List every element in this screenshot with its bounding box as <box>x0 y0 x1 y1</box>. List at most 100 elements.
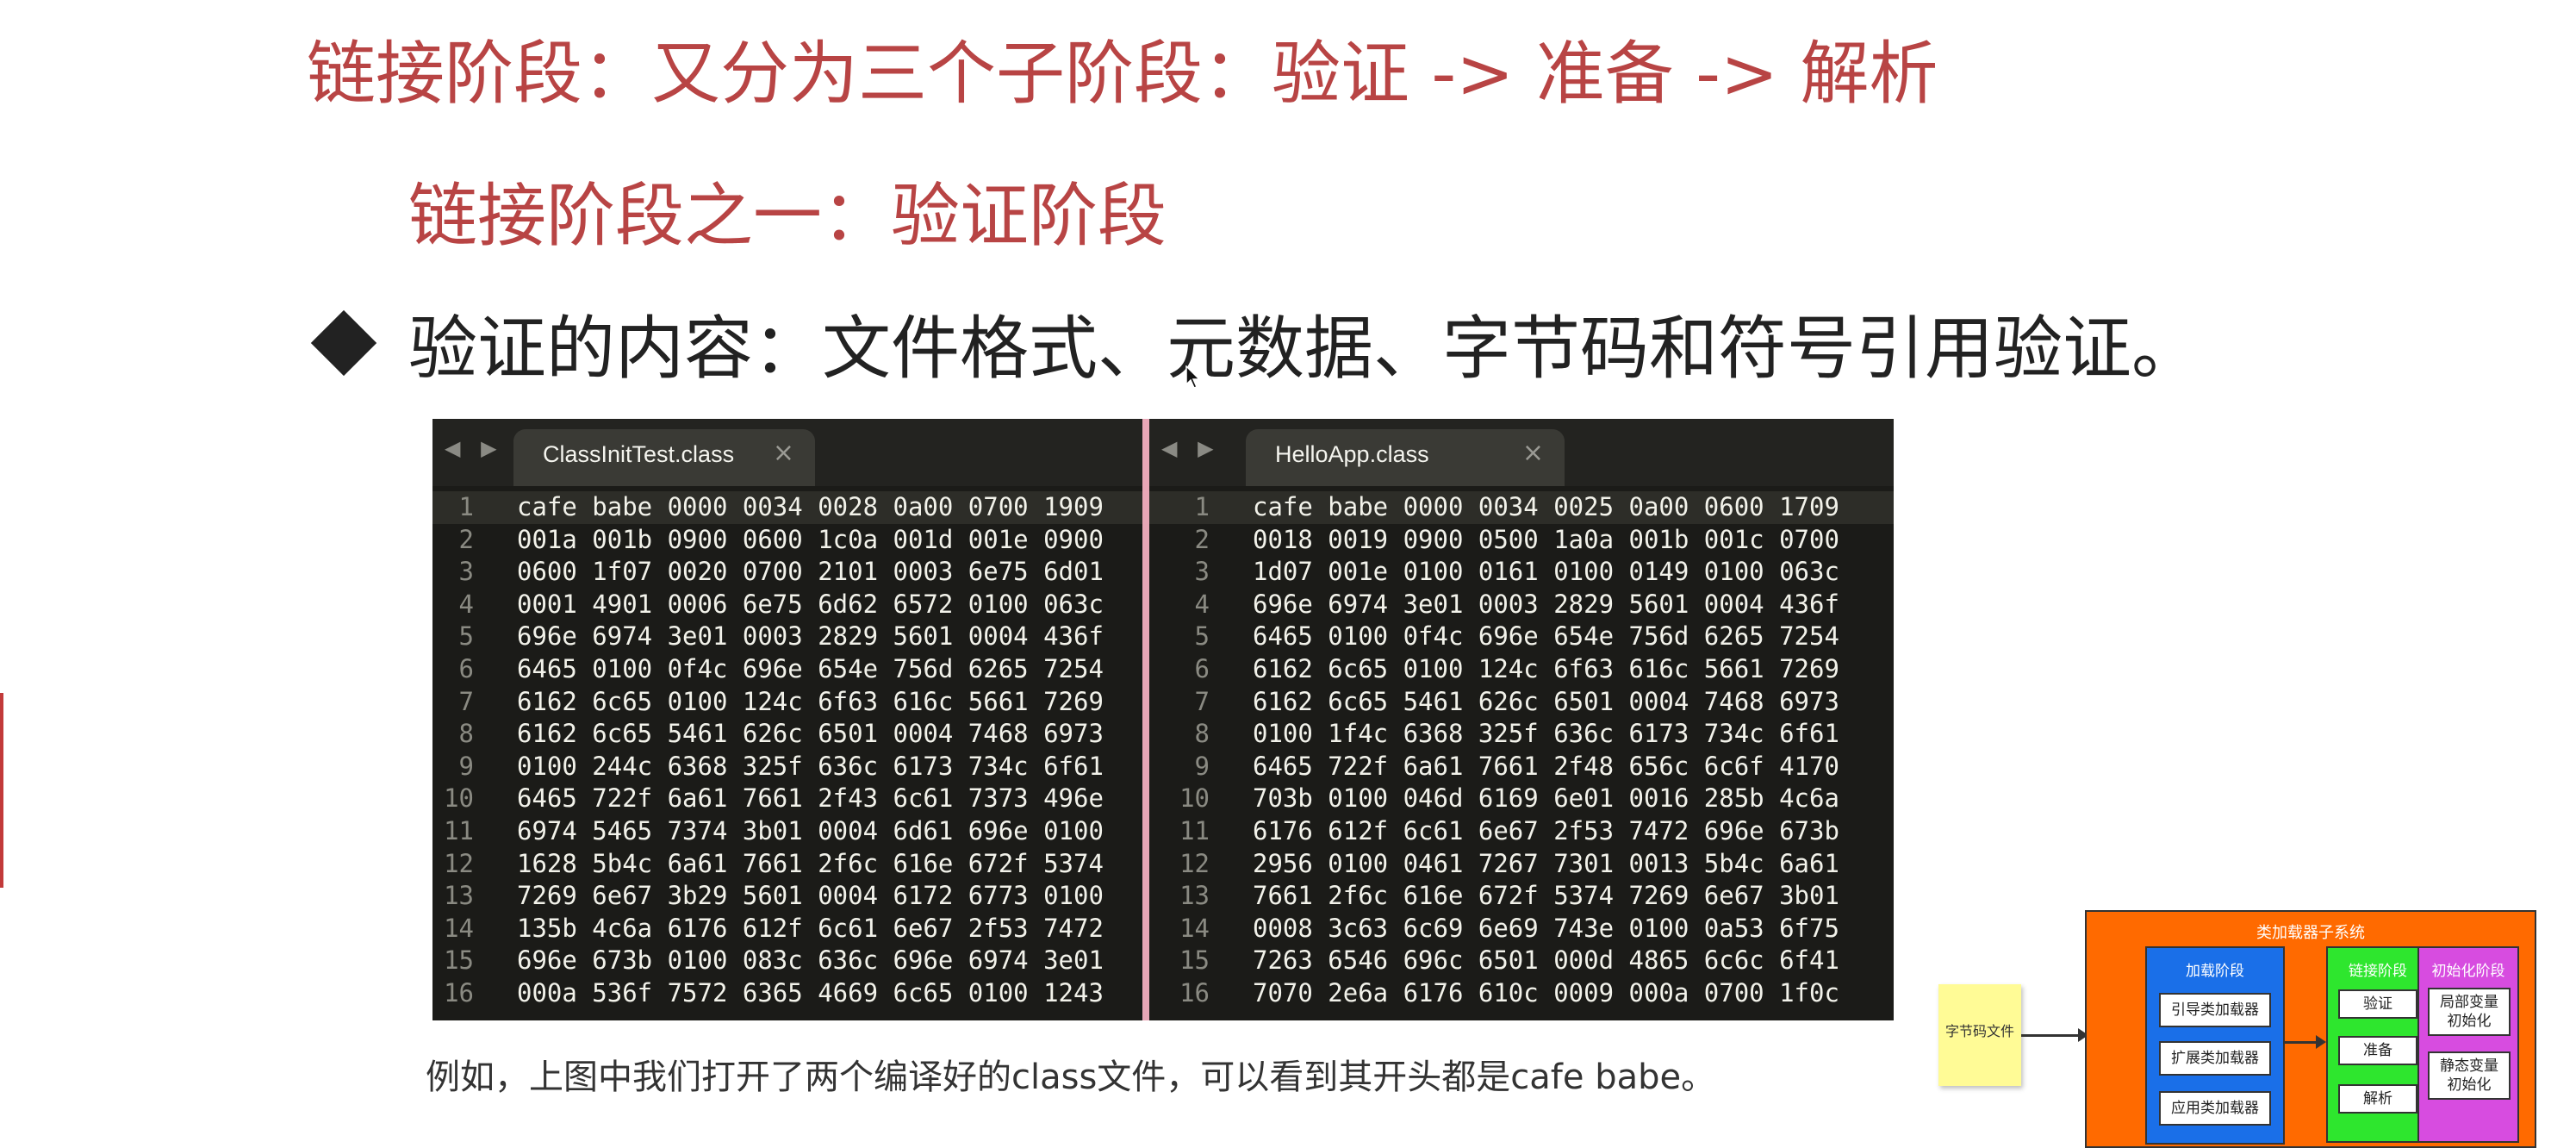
line-number: 16 <box>444 977 474 1008</box>
line-number: 9 <box>458 751 474 781</box>
caption: 例如，上图中我们打开了两个编译好的class文件，可以看到其开头都是cafe b… <box>426 1058 1716 1097</box>
hex-text: 6162 6c65 5461 626c 6501 0004 7468 6973 <box>1253 686 1839 716</box>
verify-box: 验证 <box>2338 989 2417 1019</box>
prepare-box: 准备 <box>2338 1036 2417 1065</box>
code-line: 14 0008 3c63 6c69 6e69 743e 0100 0a53 6f7… <box>1149 913 1894 945</box>
hex-text: 0018 0019 0900 0500 1a0a 001b 001c 0700 <box>1253 524 1839 554</box>
arrow-head-icon <box>2316 1035 2326 1049</box>
bullet-text: 验证的内容：文件格式、元数据、字节码和符号引用验证。 <box>408 309 2200 389</box>
hex-text: 6465 722f 6a61 7661 2f43 6c61 7373 496e <box>517 783 1104 814</box>
hex-text: 0001 4901 0006 6e75 6d62 6572 0100 063c <box>517 589 1104 619</box>
line-number: 7 <box>458 686 474 716</box>
code-line: 3 0600 1f07 0020 0700 2101 0003 6e75 6d01 <box>432 556 1142 589</box>
hex-text: cafe babe 0000 0034 0028 0a00 0700 1909 <box>517 492 1104 521</box>
tab-bar: ◀ ▶ HelloApp.class × <box>1149 419 1894 486</box>
bootstrap-loader-box: 引导类加载器 <box>2159 993 2271 1027</box>
hex-text: 001a 001b 0900 0600 1c0a 001d 001e 0900 <box>517 524 1104 554</box>
code-line: 2 001a 001b 0900 0600 1c0a 001d 001e 0900 <box>432 524 1142 557</box>
static-var-init-box: 静态变量初始化 <box>2428 1051 2511 1100</box>
bullet-point: 验证的内容：文件格式、元数据、字节码和符号引用验证。 <box>308 291 2200 395</box>
hex-text: 1d07 001e 0100 0161 0100 0149 0100 063c <box>1253 557 1839 587</box>
hex-text: 1628 5b4c 6a61 7661 2f6c 616e 672f 5374 <box>517 848 1104 878</box>
hex-text: 6465 722f 6a61 7661 2f48 656c 6c6f 4170 <box>1253 751 1839 781</box>
linking-stage-title: 链接阶段 <box>2349 963 2407 980</box>
line-number: 13 <box>444 881 474 911</box>
loading-stage-title: 加载阶段 <box>2186 963 2244 980</box>
code-line: 4 0001 4901 0006 6e75 6d62 6572 0100 063c <box>432 589 1142 621</box>
code-line: 10 6465 722f 6a61 7661 2f43 6c61 7373 496… <box>432 783 1142 815</box>
code-line: 16 7070 2e6a 6176 610c 0009 000a 0700 1f0… <box>1149 977 1894 1010</box>
hex-content[interactable]: 1 cafe babe 0000 0034 0028 0a00 0700 1909… <box>432 486 1142 1020</box>
hex-text: 0100 1f4c 6368 325f 636c 6173 734c 6f61 <box>1253 719 1839 749</box>
tab-nav-arrows-icon[interactable]: ◀ ▶ <box>1161 436 1221 460</box>
application-loader-box: 应用类加载器 <box>2159 1091 2271 1126</box>
code-line: 9 0100 244c 6368 325f 636c 6173 734c 6f61 <box>432 751 1142 783</box>
code-line: 8 6162 6c65 5461 626c 6501 0004 7468 6973 <box>432 718 1142 751</box>
code-editor-left: ◀ ▶ ClassInitTest.class × 1 cafe babe 000… <box>432 419 1142 1020</box>
hex-content[interactable]: 1 cafe babe 0000 0034 0025 0a00 0600 1709… <box>1149 486 1894 1020</box>
line-number: 1 <box>1194 492 1210 521</box>
hex-text: 7661 2f6c 616e 672f 5374 7269 6e67 3b01 <box>1253 881 1839 911</box>
hex-text: 703b 0100 046d 6169 6e01 0016 285b 4c6a <box>1253 783 1839 814</box>
line-number: 8 <box>458 719 474 749</box>
extension-loader-box: 扩展类加载器 <box>2159 1041 2271 1076</box>
line-number: 5 <box>1194 621 1210 652</box>
editor-divider[interactable] <box>1142 419 1149 1020</box>
hex-text: 6465 0100 0f4c 696e 654e 756d 6265 7254 <box>517 653 1104 683</box>
slide-subtitle: 链接阶段之一：验证阶段 <box>408 176 1167 256</box>
line-number: 9 <box>1194 751 1210 781</box>
hex-text: 696e 6974 3e01 0003 2829 5601 0004 436f <box>1253 589 1839 619</box>
initialization-stage: 初始化阶段 局部变量初始化 静态变量初始化 <box>2417 946 2519 1143</box>
line-number: 5 <box>458 621 474 652</box>
hex-text: 000a 536f 7572 6365 4669 6c65 0100 1243 <box>517 977 1104 1008</box>
line-number: 7 <box>1194 686 1210 716</box>
hex-text: cafe babe 0000 0034 0025 0a00 0600 1709 <box>1253 492 1839 521</box>
line-number: 11 <box>444 815 474 845</box>
diamond-bullet-icon <box>310 309 377 377</box>
line-number: 12 <box>1179 848 1210 878</box>
code-line: 12 1628 5b4c 6a61 7661 2f6c 616e 672f 537… <box>432 848 1142 881</box>
line-number: 15 <box>1179 945 1210 976</box>
hex-text: 0100 244c 6368 325f 636c 6173 734c 6f61 <box>517 751 1104 781</box>
line-number: 6 <box>458 653 474 683</box>
hex-text: 6176 612f 6c61 6e67 2f53 7472 696e 673b <box>1253 815 1839 845</box>
hex-text: 7263 6546 696c 6501 000d 4865 6c6c 6f41 <box>1253 945 1839 976</box>
code-line: 8 0100 1f4c 6368 325f 636c 6173 734c 6f61 <box>1149 718 1894 751</box>
close-tab-icon[interactable]: × <box>773 438 794 468</box>
hex-text: 696e 6974 3e01 0003 2829 5601 0004 436f <box>517 621 1104 652</box>
code-line: 4 696e 6974 3e01 0003 2829 5601 0004 436f <box>1149 589 1894 621</box>
code-line: 1 cafe babe 0000 0034 0028 0a00 0700 1909 <box>432 491 1142 524</box>
close-tab-icon[interactable]: × <box>1522 438 1544 468</box>
line-number: 15 <box>444 945 474 976</box>
hex-text: 6162 6c65 0100 124c 6f63 616c 5661 7269 <box>1253 653 1839 683</box>
line-number: 6 <box>1194 653 1210 683</box>
tab-label: HelloApp.class <box>1275 441 1429 467</box>
left-edge-marker <box>0 693 3 888</box>
code-line: 15 7263 6546 696c 6501 000d 4865 6c6c 6f4… <box>1149 945 1894 977</box>
line-number: 2 <box>1194 524 1210 554</box>
line-number: 4 <box>458 589 474 619</box>
tab-helloapp[interactable]: HelloApp.class × <box>1246 429 1565 486</box>
class-loader-subsystem: 类加载器子系统 加载阶段 引导类加载器 扩展类加载器 应用类加载器 链接阶段 验… <box>2085 910 2536 1148</box>
line-number: 1 <box>458 492 474 521</box>
code-line: 2 0018 0019 0900 0500 1a0a 001b 001c 0700 <box>1149 524 1894 557</box>
code-line: 10 703b 0100 046d 6169 6e01 0016 285b 4c6… <box>1149 783 1894 815</box>
line-number: 14 <box>1179 913 1210 943</box>
hex-text: 696e 673b 0100 083c 636c 696e 6974 3e01 <box>517 945 1104 976</box>
code-line: 7 6162 6c65 0100 124c 6f63 616c 5661 7269 <box>432 686 1142 719</box>
code-line: 9 6465 722f 6a61 7661 2f48 656c 6c6f 4170 <box>1149 751 1894 783</box>
tab-nav-arrows-icon[interactable]: ◀ ▶ <box>445 436 504 460</box>
init-stage-title: 初始化阶段 <box>2431 963 2505 980</box>
note-label: 字节码文件 <box>1944 1023 2014 1039</box>
code-line: 7 6162 6c65 5461 626c 6501 0004 7468 6973 <box>1149 686 1894 719</box>
code-editor-right: ◀ ▶ HelloApp.class × 1 cafe babe 0000 003… <box>1149 419 1894 1020</box>
hex-text: 6465 0100 0f4c 696e 654e 756d 6265 7254 <box>1253 621 1839 652</box>
line-number: 14 <box>444 913 474 943</box>
tab-classinittest[interactable]: ClassInitTest.class × <box>513 429 815 486</box>
hex-text: 0008 3c63 6c69 6e69 743e 0100 0a53 6f75 <box>1253 913 1839 943</box>
code-line: 13 7661 2f6c 616e 672f 5374 7269 6e67 3b0… <box>1149 880 1894 913</box>
line-number: 3 <box>1194 557 1210 587</box>
tab-label: ClassInitTest.class <box>543 441 735 467</box>
code-line: 6 6465 0100 0f4c 696e 654e 756d 6265 7254 <box>432 653 1142 686</box>
slide-title: 链接阶段：又分为三个子阶段：验证 -> 准备 -> 解析 <box>307 34 1938 114</box>
